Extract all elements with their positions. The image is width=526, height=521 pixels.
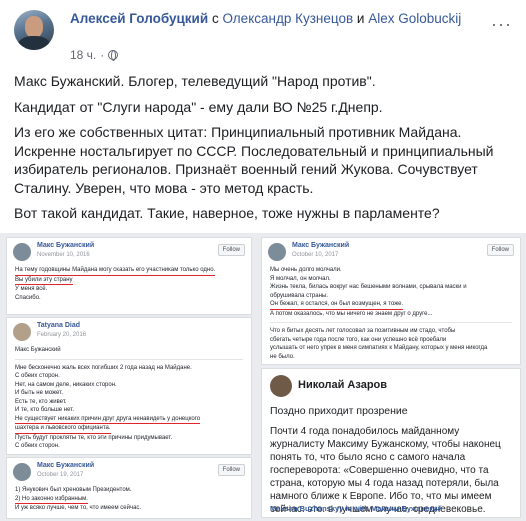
globe-icon: [108, 50, 119, 61]
post-meta: 18 ч. ·: [70, 48, 119, 62]
text-line: обрушивала страны.: [270, 292, 328, 299]
avatar: [13, 463, 31, 481]
post-header: Алексей Голобуцкий с Олександр Кузнецов …: [14, 8, 512, 62]
text-line: А потом оказалось, что мы ничего не знае…: [270, 310, 433, 317]
screenshot-1: Макс Бужанский November 10, 2016 Follow …: [6, 237, 252, 315]
highlighted-line: 2) Но законно избранным.: [15, 495, 88, 504]
avatar: [13, 243, 31, 261]
author-avatar[interactable]: [14, 10, 54, 50]
avatar: [268, 243, 286, 261]
text-line: услышать от него упрек в меня симпатиях …: [270, 345, 488, 351]
more-options-button[interactable]: ···: [491, 14, 512, 35]
post-time[interactable]: 18 ч.: [70, 48, 96, 62]
text-line: Макс Бужанский: [15, 347, 61, 353]
text-line: Я молчал, он молчал.: [270, 275, 331, 282]
tagged-person-1[interactable]: Олександр Кузнецов: [222, 11, 353, 26]
text-line: 1) Янукович был хреновым Президентом.: [15, 487, 132, 493]
quote-author: Николай Азаров: [298, 379, 388, 391]
follow-button: Follow: [486, 244, 514, 256]
quote-title: Поздно приходит прозрение: [270, 405, 408, 417]
highlighted-line: Он бежал, я остался, он был возмущен, я …: [270, 300, 404, 310]
highlighted-line: Вы убили эту страну: [15, 276, 73, 285]
screenshot-date: February 20, 2016: [37, 332, 87, 338]
screenshot-text: На тему годовщины Майдана могу сказать е…: [7, 266, 251, 302]
highlighted-line: Не существует никаких причин друг друга …: [15, 415, 201, 424]
with-word: с: [211, 11, 219, 26]
text-line: И уж всяко лучше, чем то, что имеем сейч…: [15, 505, 142, 511]
text-line: Мне бесконечно жаль всех погибших 2 года…: [15, 364, 192, 371]
screenshot-2: Tatyana Diad February 20, 2016 Макс Бужа…: [6, 317, 252, 455]
screenshot-4: Макс Бужанский October 10, 2017 Follow М…: [261, 237, 521, 365]
avatar-face: [25, 16, 43, 38]
text-line: С обеих сторон.: [15, 443, 60, 449]
screenshot-author: Макс Бужанский: [37, 242, 95, 249]
post-paragraph-4: Вот такой кандидат. Такие, наверное, тож…: [14, 205, 440, 221]
post-image-collage[interactable]: Макс Бужанский November 10, 2016 Follow …: [0, 233, 526, 521]
text-line: Нет, на самом деле, никаких сторон.: [15, 381, 117, 388]
highlighted-line: На тему годовщины Майдана могу сказать е…: [15, 266, 216, 276]
text-line: У меня всё.: [15, 286, 48, 292]
text-line: Что я битых десять лет голосовал за пози…: [270, 328, 456, 334]
post-text: Макс Бужанский. Блогер, телеведущий "Нар…: [14, 72, 514, 230]
avatar-body: [18, 36, 50, 50]
text-line: не было.: [270, 353, 295, 360]
text-line: Жизнь текла, билась вокруг нас бешеными …: [270, 284, 467, 290]
quote-text: Почти 4 года понадобилось майданному жур…: [270, 426, 501, 515]
text-line: И те, кто больше нет.: [15, 407, 74, 413]
header-line: Алексей Голобуцкий с Олександр Кузнецов …: [70, 10, 470, 27]
screenshot-text: Мы очень долго молчали. Я молчал, он мол…: [262, 266, 520, 361]
avatar: [270, 375, 292, 397]
post-paragraph-3: Из его же собственных цитат: Принципиаль…: [14, 124, 494, 196]
screenshot-text: Макс Бужанский Мне бесконечно жаль всех …: [7, 346, 251, 451]
and-word: и: [356, 11, 365, 26]
text-line: Пусть будут прокляты те, кто эти причины…: [15, 434, 173, 441]
screenshot-3: Макс Бужанский October 19, 2017 Follow 1…: [6, 457, 252, 519]
screenshot-date: October 19, 2017: [37, 472, 84, 478]
post-paragraph-2: Кандидат от "Слуги народа" - ему дали ВО…: [14, 98, 383, 115]
screenshot-date: November 10, 2016: [37, 252, 90, 258]
follow-button: Follow: [217, 244, 245, 256]
author-name[interactable]: Алексей Голобуцкий: [70, 11, 208, 26]
quote-footer: Maksim Buzhanskyy is with Максим Бужанск…: [270, 504, 443, 513]
text-line: Мы очень долго молчали.: [270, 267, 342, 273]
screenshot-author: Tatyana Diad: [37, 322, 81, 329]
avatar: [13, 323, 31, 341]
screenshot-date: October 10, 2017: [292, 252, 339, 258]
tagged-person-2[interactable]: Alex Golobuckij: [368, 11, 461, 26]
text-line: Есть те, кто живет.: [15, 398, 67, 405]
highlighted-line: шахтера и львовского официанта.: [15, 424, 111, 434]
screenshot-author: Макс Бужанский: [292, 242, 350, 249]
screenshot-author: Макс Бужанский: [37, 462, 95, 469]
text-line: Спасибо.: [15, 294, 41, 301]
follow-button: Follow: [217, 464, 245, 476]
text-line: сбегать четыре года после того, как они …: [270, 336, 447, 343]
screenshot-text: 1) Янукович был хреновым Президентом. 2)…: [7, 486, 251, 513]
post-paragraph-1: Макс Бужанский. Блогер, телеведущий "Нар…: [14, 73, 376, 89]
text-line: С обеих сторон.: [15, 373, 60, 379]
text-line: И быть не может.: [15, 390, 63, 396]
screenshot-5-azarov: Николай Азаров Поздно приходит прозрение…: [261, 368, 521, 518]
